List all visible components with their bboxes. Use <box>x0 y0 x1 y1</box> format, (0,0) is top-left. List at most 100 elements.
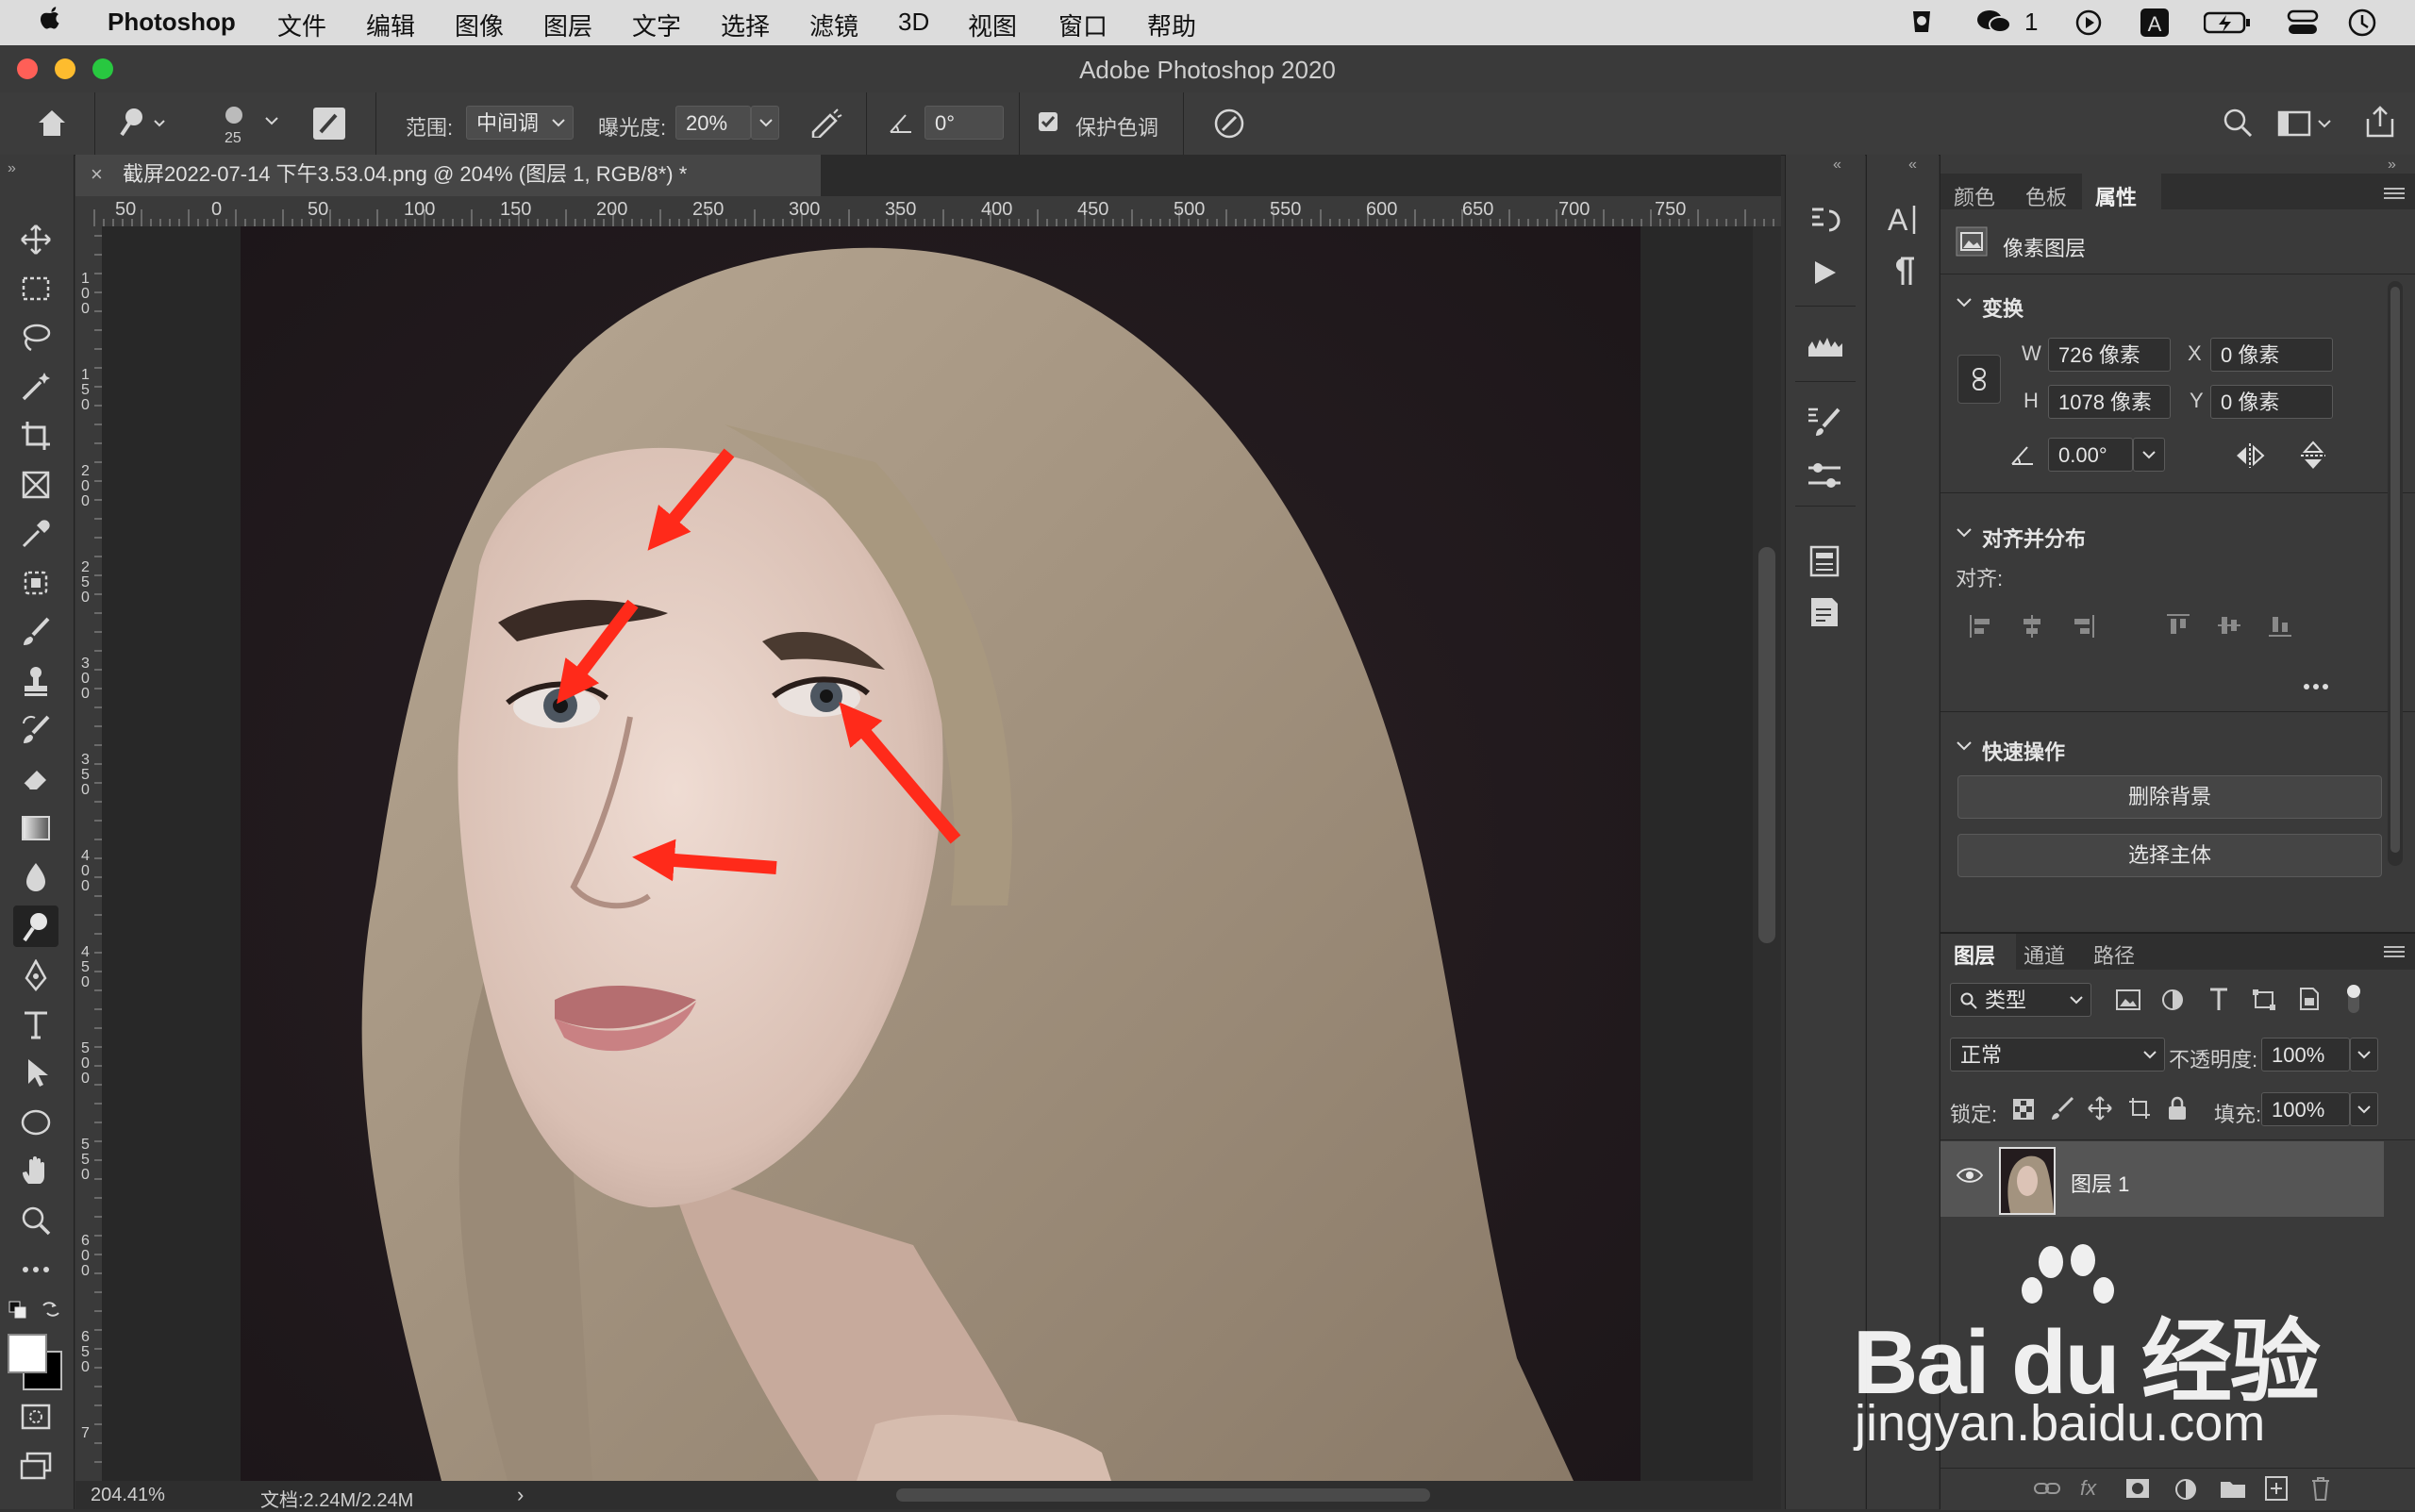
height-input[interactable]: 1078 像素 <box>2048 385 2171 419</box>
move-tool-icon[interactable] <box>13 219 58 260</box>
align-left-icon[interactable] <box>1969 613 1993 640</box>
menu-view[interactable]: 视图 <box>968 8 1017 42</box>
lock-artboard-icon[interactable] <box>2127 1096 2152 1121</box>
horizontal-ruler[interactable]: 50 0 50 100 150 200 250 300 350 400 450 500 550 600 65… <box>75 196 1781 227</box>
new-adjustment-layer-icon[interactable] <box>2174 1478 2197 1501</box>
vertical-ruler[interactable]: 1001502002503003504004505005506006507 <box>75 226 103 1481</box>
lock-all-icon[interactable] <box>2167 1096 2188 1121</box>
document-tab[interactable]: × 截屏2022-07-14 下午3.53.04.png @ 204% (图层 … <box>75 155 821 196</box>
rotate-angle-input[interactable]: 0.00° <box>2048 438 2133 472</box>
tab-swatches[interactable]: 色板 <box>2025 181 2067 211</box>
share-icon[interactable] <box>2364 104 2396 140</box>
collapse-tools-icon[interactable]: » <box>8 160 16 177</box>
foreground-color-swatch[interactable] <box>8 1334 47 1373</box>
tab-color[interactable]: 颜色 <box>1954 181 1995 211</box>
more-align-options-icon[interactable] <box>2303 683 2331 690</box>
menu-layer[interactable]: 图层 <box>543 8 592 42</box>
quick-mask-icon[interactable] <box>13 1396 58 1437</box>
character-panel-icon[interactable]: A <box>1886 202 1920 236</box>
align-chevron-icon[interactable] <box>1956 526 1973 540</box>
menu-type[interactable]: 文字 <box>632 8 681 42</box>
screen-mode-icon[interactable] <box>13 1445 58 1487</box>
menu-image[interactable]: 图像 <box>455 8 504 42</box>
filter-adjustment-icon[interactable] <box>2161 989 2184 1011</box>
menu-app-name[interactable]: Photoshop <box>108 8 236 37</box>
input-method-icon[interactable]: A <box>2140 8 2170 38</box>
histogram-panel-icon[interactable] <box>1807 334 1842 358</box>
exposure-input[interactable]: 20% <box>675 106 751 140</box>
hand-tool-icon[interactable] <box>13 1151 58 1192</box>
brush-tool-icon[interactable] <box>13 611 58 653</box>
layer-visibility-eye-icon[interactable] <box>1956 1166 1984 1185</box>
align-right-icon[interactable] <box>2071 613 2095 640</box>
dodge-tool-icon[interactable] <box>13 906 58 947</box>
document-size-info[interactable]: 文档:2.24M/2.24M <box>260 1485 413 1512</box>
play-circle-icon[interactable] <box>2075 9 2102 36</box>
wechat-icon[interactable] <box>1975 8 2013 36</box>
remove-background-button[interactable]: 删除背景 <box>1957 775 2382 819</box>
marquee-tool-icon[interactable] <box>13 268 58 309</box>
paragraph-panel-icon[interactable] <box>1890 255 1916 287</box>
adjustments-panel-icon[interactable] <box>1807 460 1842 492</box>
type-tool-icon[interactable] <box>13 1004 58 1045</box>
magic-wand-tool-icon[interactable] <box>13 366 58 407</box>
lock-pixels-icon[interactable] <box>2050 1096 2074 1121</box>
eraser-tool-icon[interactable] <box>13 758 58 800</box>
lock-position-icon[interactable] <box>2088 1096 2112 1121</box>
filter-shape-icon[interactable] <box>2252 989 2276 1011</box>
lasso-tool-icon[interactable] <box>13 317 58 358</box>
tab-layers[interactable]: 图层 <box>1954 939 1995 970</box>
link-layers-icon[interactable] <box>2033 1480 2061 1497</box>
status-app-icon[interactable] <box>1907 8 1936 36</box>
default-colors-icon[interactable] <box>8 1300 28 1321</box>
fill-input[interactable]: 100% <box>2261 1092 2350 1126</box>
close-tab-icon[interactable]: × <box>91 155 103 194</box>
actions-play-icon[interactable] <box>1810 258 1839 287</box>
gradient-tool-icon[interactable] <box>13 807 58 849</box>
align-vertical-center-icon[interactable] <box>2216 613 2242 638</box>
align-horizontal-center-icon[interactable] <box>2020 613 2044 640</box>
layer-row[interactable]: 图层 1 <box>1940 1141 2384 1217</box>
ellipse-tool-icon[interactable] <box>13 1102 58 1143</box>
blur-tool-icon[interactable] <box>13 856 58 898</box>
menu-file[interactable]: 文件 <box>277 8 326 42</box>
vertical-scroll-thumb[interactable] <box>1758 547 1775 943</box>
zoom-level[interactable]: 204.41% <box>91 1485 165 1506</box>
search-icon[interactable] <box>2223 108 2253 138</box>
layer-style-fx-icon[interactable]: fx <box>2080 1476 2096 1501</box>
rotate-angle-dropdown[interactable] <box>2133 438 2165 472</box>
tab-channels[interactable]: 通道 <box>2024 939 2065 970</box>
tab-paths[interactable]: 路径 <box>2093 939 2135 970</box>
brush-settings-panel-icon[interactable] <box>1807 406 1842 440</box>
y-input[interactable]: 0 像素 <box>2210 385 2333 419</box>
menu-select[interactable]: 选择 <box>721 8 770 42</box>
menu-help[interactable]: 帮助 <box>1147 8 1196 42</box>
vertical-scrollbar[interactable] <box>1753 226 1781 1481</box>
healing-brush-tool-icon[interactable] <box>13 562 58 604</box>
link-dimensions-button[interactable] <box>1957 355 2001 404</box>
tab-properties[interactable]: 属性 <box>2095 181 2137 211</box>
clock-icon[interactable] <box>2347 8 2377 38</box>
lock-transparent-icon[interactable] <box>2012 1098 2035 1121</box>
clone-stamp-tool-icon[interactable] <box>13 660 58 702</box>
quick-actions-chevron-icon[interactable] <box>1956 739 1973 753</box>
width-input[interactable]: 726 像素 <box>2048 338 2171 372</box>
filter-type-icon[interactable] <box>2208 987 2229 1011</box>
menu-window[interactable]: 窗口 <box>1058 8 1108 42</box>
menu-3d[interactable]: 3D <box>898 8 929 37</box>
notes-panel-icon[interactable] <box>1808 596 1840 628</box>
menu-edit[interactable]: 编辑 <box>366 8 415 42</box>
align-bottom-icon[interactable] <box>2267 613 2293 638</box>
more-tools-icon[interactable] <box>13 1249 58 1290</box>
add-mask-icon[interactable] <box>2125 1478 2150 1499</box>
layer-thumbnail[interactable] <box>1999 1147 2056 1215</box>
properties-scrollbar[interactable] <box>2388 281 2403 866</box>
collapse-strip2-icon[interactable]: « <box>1908 157 1917 174</box>
transform-chevron-icon[interactable] <box>1956 296 1973 309</box>
flip-horizontal-icon[interactable] <box>2235 441 2267 470</box>
angle-input[interactable]: 0° <box>924 106 1004 140</box>
history-brush-tool-icon[interactable] <box>13 709 58 751</box>
home-icon[interactable] <box>36 108 68 138</box>
airbrush-icon[interactable] <box>808 108 843 138</box>
opacity-slider-toggle[interactable] <box>2350 1038 2378 1072</box>
